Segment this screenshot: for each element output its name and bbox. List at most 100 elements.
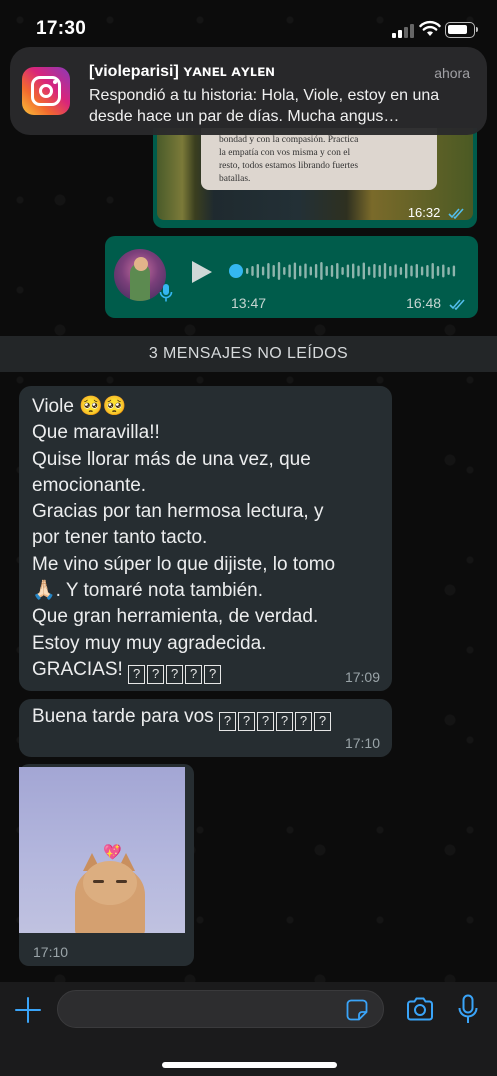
message-line-text: Buena tarde para vos <box>32 706 214 727</box>
cellular-signal-icon <box>392 24 414 38</box>
kitten-photo[interactable]: 💖 <box>19 767 185 933</box>
waveform-bar <box>452 265 456 277</box>
waveform-bar <box>309 266 312 276</box>
waveform-bar <box>256 264 259 278</box>
book-page-text: bondad y con la compasión. Practica la e… <box>201 128 437 190</box>
waveform-bar <box>362 262 365 280</box>
microphone-icon <box>159 284 173 302</box>
waveform-bar <box>346 264 350 278</box>
missing-glyph-box: ? <box>218 712 236 731</box>
unread-messages-banner: 3 MENSAJES NO LEÍDOS <box>0 336 497 372</box>
message-meta: 16:48 <box>406 295 466 311</box>
message-text: Viole 🥺🥺 Que maravilla!! Quise llorar má… <box>32 394 377 684</box>
book-line: la empatía con vos misma y con el <box>219 148 351 158</box>
waveform-bar <box>246 268 249 274</box>
message-time: 17:10 <box>33 944 69 960</box>
message-time: 16:32 <box>407 205 441 220</box>
missing-glyph-box: ? <box>204 664 222 684</box>
incoming-image-message[interactable]: 💖 17:10 <box>19 764 194 966</box>
notification-title: [violeparisi] ʏᴀɴᴇʟ ᴀʏʟᴇɴ <box>89 63 275 80</box>
attach-plus-icon[interactable] <box>14 996 42 1024</box>
battery-icon <box>445 22 478 38</box>
incoming-message[interactable]: Viole 🥺🥺 Que maravilla!! Quise llorar má… <box>19 386 392 691</box>
waveform-bar <box>314 264 318 278</box>
outgoing-image-message[interactable]: bondad y con la compasión. Practica la e… <box>153 128 477 228</box>
waveform-bar <box>341 267 344 275</box>
message-time: 16:48 <box>406 295 442 311</box>
sticker-icon[interactable] <box>346 999 368 1021</box>
message-line: Me vino súper lo que dijiste, lo tomo <box>32 553 336 575</box>
waveform-bar <box>272 265 275 277</box>
missing-glyph-box: ? <box>275 712 293 731</box>
waveform-bar <box>288 264 291 278</box>
waveform-bar <box>299 265 302 277</box>
voice-duration: 13:47 <box>231 295 267 311</box>
message-line: por tener tanto tacto. <box>32 527 208 549</box>
waveform-bar <box>431 263 434 279</box>
camera-icon[interactable] <box>406 997 434 1021</box>
waveform-bar <box>405 263 408 279</box>
missing-glyph-box: ? <box>128 664 146 684</box>
wifi-icon <box>419 20 441 36</box>
missing-glyph-box: ? <box>294 712 312 731</box>
missing-glyph-box: ? <box>256 712 274 731</box>
home-indicator <box>162 1062 337 1068</box>
incoming-message[interactable]: Buena tarde para vos ?????? 17:10 <box>19 699 392 757</box>
waveform-bar <box>442 264 445 278</box>
waveform-bar <box>251 266 254 276</box>
waveform-bar <box>367 266 371 276</box>
waveform-bar <box>261 266 265 276</box>
waveform-bar <box>357 265 360 277</box>
waveform-bar <box>383 263 387 279</box>
instagram-notification[interactable]: [violeparisi] ʏᴀɴᴇʟ ᴀʏʟᴇɴ ahora Respondi… <box>10 47 487 135</box>
waveform-bar <box>426 265 429 277</box>
waveform-bar <box>415 264 418 278</box>
play-icon[interactable] <box>192 261 212 283</box>
message-line: 🙏🏻. Y tomaré nota también. <box>32 580 264 602</box>
notification-time: ahora <box>434 65 470 81</box>
message-time: 17:10 <box>344 735 380 751</box>
missing-glyph-box: ? <box>147 664 165 684</box>
waveform-bar <box>399 267 403 275</box>
waveform-bar <box>267 263 270 279</box>
waveform-bar <box>330 265 334 277</box>
audio-waveform[interactable] <box>230 260 460 282</box>
waveform-bar <box>420 266 424 276</box>
waveform-bar <box>389 266 392 276</box>
waveform-bar <box>378 265 381 277</box>
book-line: resto, todos estamos librando fuertes <box>219 161 359 171</box>
missing-glyph-box: ? <box>166 664 184 684</box>
missing-emoji-glyphs: ????? <box>128 659 223 684</box>
heart-icon: 💖 <box>103 844 122 861</box>
message-input[interactable] <box>57 990 384 1028</box>
missing-emoji-glyphs: ?????? <box>218 706 333 731</box>
waveform-bar <box>304 263 307 279</box>
message-time: 17:09 <box>344 669 380 685</box>
playback-scrubber[interactable] <box>229 264 243 278</box>
waveform-bar <box>293 262 297 280</box>
microphone-icon[interactable] <box>457 994 479 1026</box>
message-line: Estoy muy muy agradecida. <box>32 632 267 654</box>
read-ticks-icon <box>448 208 464 219</box>
waveform-bar <box>277 262 281 280</box>
waveform-bar <box>436 266 440 276</box>
message-line: Que maravilla!! <box>32 422 160 444</box>
waveform-bar <box>283 267 286 275</box>
book-line: bondad y con la compasión. Practica <box>219 135 359 145</box>
waveform-bar <box>447 267 450 275</box>
waveform-bar <box>373 264 376 278</box>
message-line: GRACIAS! ????? <box>32 657 377 684</box>
message-text: Buena tarde para vos ?????? <box>32 704 377 731</box>
instagram-icon <box>22 67 70 115</box>
message-meta: 16:32 <box>408 205 465 220</box>
waveform-bar <box>320 262 323 280</box>
missing-glyph-box: ? <box>185 664 203 684</box>
message-input-bar <box>0 982 497 1076</box>
message-line: emocionante. <box>32 474 147 496</box>
missing-glyph-box: ? <box>237 712 255 731</box>
voice-message[interactable]: 13:47 16:48 <box>105 236 478 318</box>
message-line: Quise llorar más de una vez, que <box>32 448 311 470</box>
message-line: Viole 🥺🥺 <box>32 396 127 417</box>
waveform-bar <box>394 264 397 278</box>
waveform-bar <box>410 265 413 277</box>
